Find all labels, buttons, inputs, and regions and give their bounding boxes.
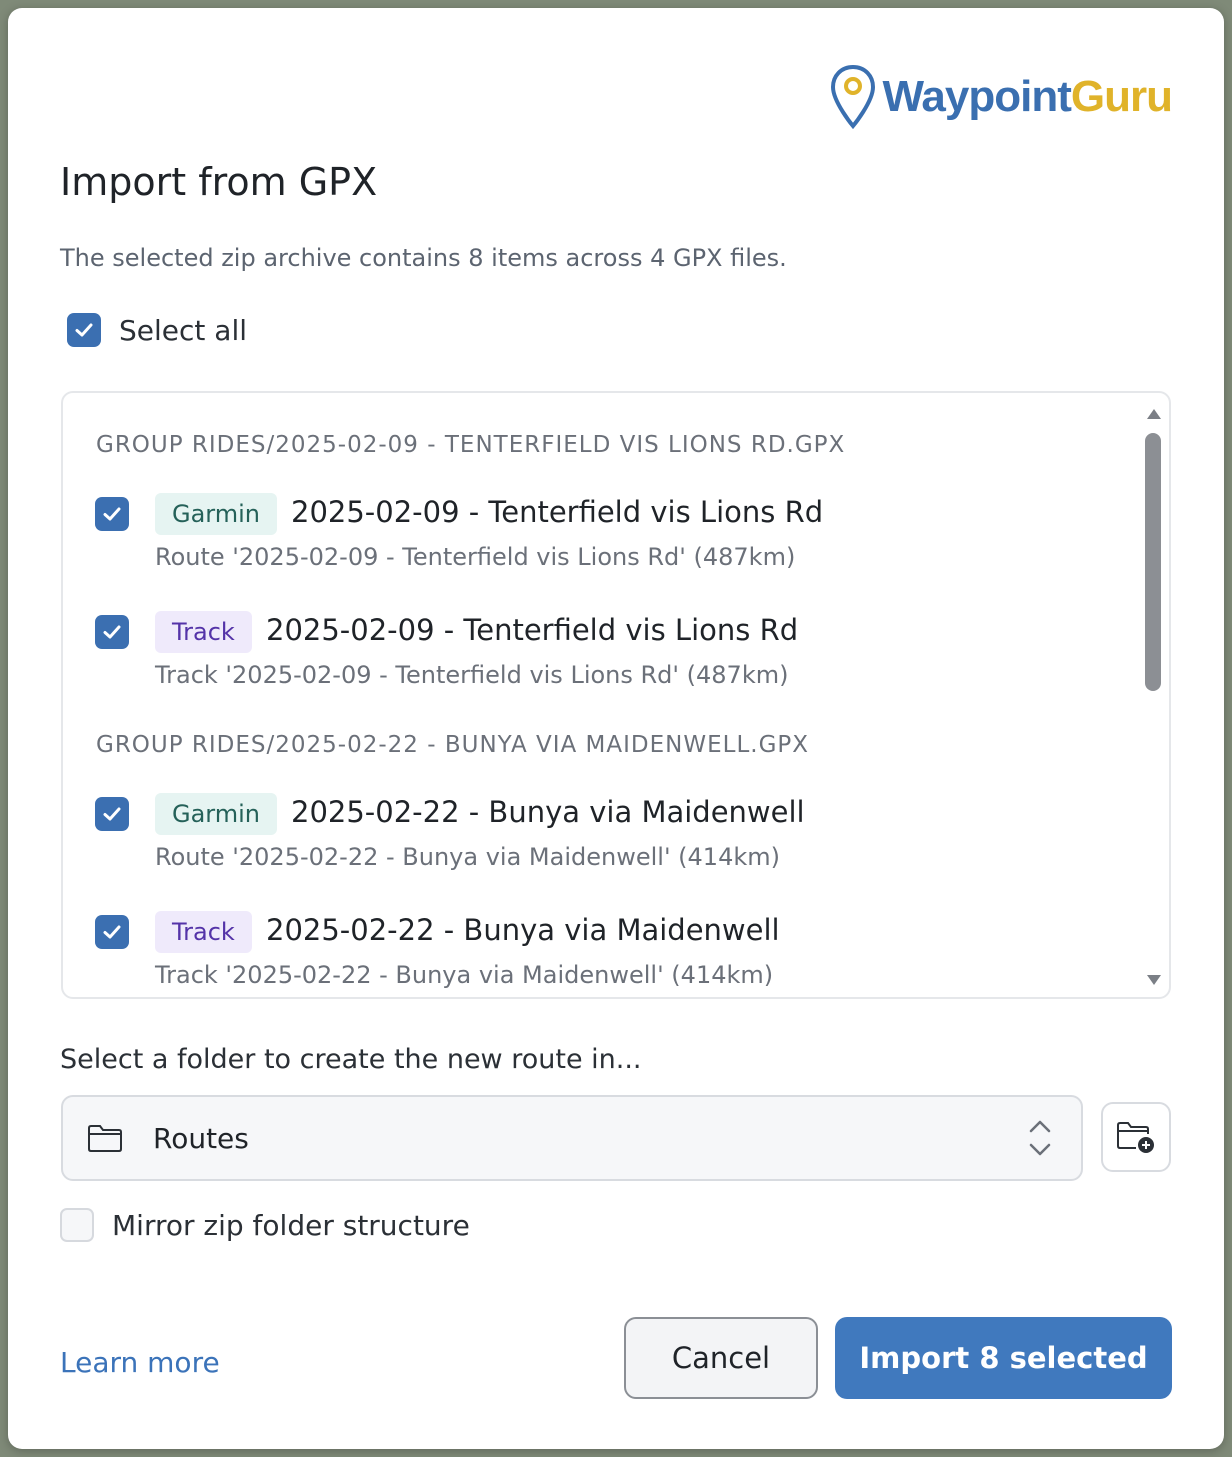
logo: WaypointGuru	[829, 64, 1173, 130]
new-folder-button[interactable]	[1101, 1102, 1171, 1172]
new-folder-icon	[1117, 1122, 1154, 1153]
item-title: 2025-02-22 - Bunya via Maidenwell	[291, 795, 805, 829]
track-badge: Track	[155, 611, 252, 653]
scroll-down-arrow[interactable]	[1147, 975, 1161, 985]
mirror-folder-label: Mirror zip folder structure	[112, 1208, 470, 1242]
track-badge: Track	[155, 911, 252, 953]
item-checkbox[interactable]	[95, 915, 129, 949]
import-button[interactable]: Import 8 selected	[835, 1317, 1172, 1399]
select-all-checkbox[interactable]	[67, 313, 101, 347]
item-description: Track '2025-02-09 - Tenterfield vis Lion…	[155, 661, 789, 689]
garmin-badge: Garmin	[155, 493, 278, 535]
dialog-title: Import from GPX	[60, 160, 378, 204]
item-title: 2025-02-09 - Tenterfield vis Lions Rd	[291, 495, 824, 529]
scroll-up-arrow[interactable]	[1147, 409, 1161, 419]
gpx-items-list[interactable]: GROUP RIDES/2025-02-09 - TENTERFIELD VIS…	[61, 391, 1171, 999]
map-pin-icon	[830, 64, 875, 130]
select-all-row[interactable]: Select all	[67, 313, 247, 347]
check-icon	[103, 807, 121, 821]
item-checkbox[interactable]	[95, 615, 129, 649]
folder-select-label: Select a folder to create the new route …	[60, 1044, 642, 1075]
check-icon	[103, 625, 121, 639]
item-title: 2025-02-22 - Bunya via Maidenwell	[266, 913, 780, 947]
item-checkbox[interactable]	[95, 497, 129, 531]
item-description: Track '2025-02-22 - Bunya via Maidenwell…	[155, 961, 774, 989]
item-description: Route '2025-02-22 - Bunya via Maidenwell…	[155, 843, 780, 871]
mirror-folder-checkbox[interactable]	[60, 1208, 94, 1242]
garmin-badge: Garmin	[155, 793, 278, 835]
scrollbar-thumb[interactable]	[1145, 433, 1161, 691]
item-title: 2025-02-09 - Tenterfield vis Lions Rd	[266, 613, 799, 647]
folder-select-value: Routes	[153, 1122, 249, 1155]
cancel-button[interactable]: Cancel	[624, 1317, 818, 1399]
logo-text: WaypointGuru	[882, 72, 1173, 121]
mirror-folder-row[interactable]: Mirror zip folder structure	[60, 1208, 470, 1242]
group-heading: GROUP RIDES/2025-02-22 - BUNYA VIA MAIDE…	[96, 732, 810, 758]
group-heading: GROUP RIDES/2025-02-09 - TENTERFIELD VIS…	[96, 432, 846, 458]
check-icon	[75, 323, 93, 337]
item-checkbox[interactable]	[95, 797, 129, 831]
check-icon	[103, 507, 121, 521]
folder-select[interactable]: Routes	[61, 1095, 1083, 1181]
item-description: Route '2025-02-09 - Tenterfield vis Lion…	[155, 543, 796, 571]
import-gpx-dialog: WaypointGuru Import from GPX The selecte…	[8, 8, 1224, 1449]
select-all-label: Select all	[119, 313, 247, 347]
learn-more-link[interactable]: Learn more	[60, 1346, 220, 1379]
chevron-up-down-icon	[1029, 1120, 1051, 1156]
dialog-subtitle: The selected zip archive contains 8 item…	[60, 244, 787, 272]
check-icon	[103, 925, 121, 939]
folder-icon	[88, 1125, 122, 1152]
